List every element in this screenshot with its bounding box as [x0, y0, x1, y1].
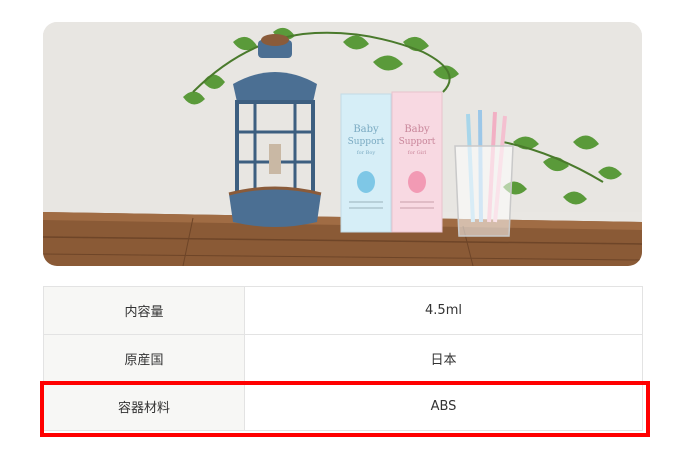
- table-row: 容器材料 ABS: [43, 382, 643, 431]
- box-pink-brand: Baby: [404, 124, 430, 135]
- spec-label-volume: 内容量: [43, 286, 245, 335]
- product-box-pink: [391, 91, 443, 233]
- box-blue-brand: Baby: [353, 124, 379, 135]
- spec-value-material: ABS: [244, 382, 643, 431]
- spec-value-origin: 日本: [244, 334, 643, 383]
- spec-label-origin: 原産国: [43, 334, 245, 383]
- spec-table: 内容量 4.5ml 原産国 日本 容器材料 ABS: [43, 286, 643, 431]
- table-row: 内容量 4.5ml: [43, 286, 643, 335]
- box-pink-line: Support: [399, 137, 436, 147]
- spec-value-volume: 4.5ml: [244, 286, 643, 335]
- product-photo-illustration: Baby Support for Boy Baby Support for Gi…: [43, 22, 642, 266]
- product-box-blue: [340, 93, 392, 233]
- box-blue-line: Support: [348, 137, 385, 147]
- product-photo: Baby Support for Boy Baby Support for Gi…: [43, 22, 642, 266]
- spec-label-material: 容器材料: [43, 382, 245, 431]
- box-blue-sub: for Boy: [357, 150, 376, 156]
- table-row: 原産国 日本: [43, 334, 643, 383]
- box-pink-sub: for Girl: [408, 150, 427, 156]
